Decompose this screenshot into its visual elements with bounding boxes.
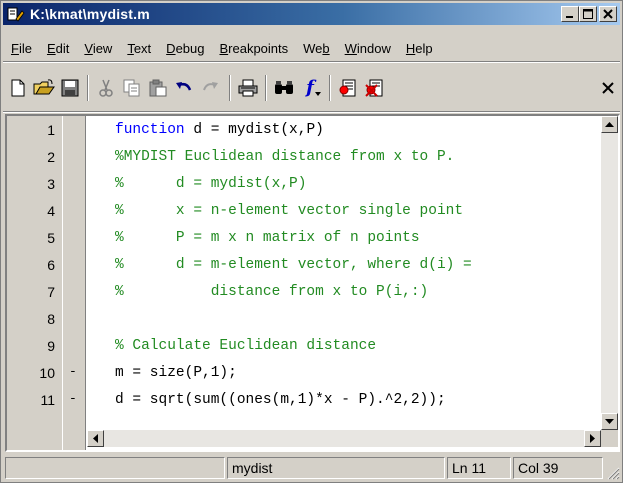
code-line[interactable]: 9 % Calculate Euclidean distance (7, 334, 607, 361)
scrollbar-corner (601, 430, 618, 447)
code-text[interactable]: % d = mydist(x,P) (115, 176, 306, 192)
menu-window[interactable]: Window (337, 41, 398, 56)
copy-icon[interactable] (121, 77, 143, 99)
executable-line-marker[interactable]: - (69, 391, 77, 406)
executable-line-marker[interactable]: - (69, 364, 77, 379)
scroll-up-icon[interactable] (601, 116, 618, 133)
line-number: 9 (47, 338, 55, 354)
code-line[interactable]: 3 % d = mydist(x,P) (7, 172, 607, 199)
editor-pane[interactable]: 1 function d = mydist(x,P) 2 %MYDIST Euclid… (5, 114, 620, 452)
line-number: 10 (39, 365, 55, 381)
menu-breakpoints[interactable]: Breakpoints (211, 41, 295, 56)
code-text[interactable]: d = sqrt(sum((ones(m,1)*x - P).^2,2)); (115, 392, 446, 408)
status-line: Ln 11 (447, 457, 511, 479)
matlab-editor-icon (7, 6, 25, 22)
code-line[interactable]: 2 %MYDIST Euclidean distance from x to P. (7, 145, 607, 172)
menu-text[interactable]: Text (119, 41, 158, 56)
find-icon[interactable] (273, 77, 295, 99)
function-glyph: f (306, 77, 314, 98)
undo-icon[interactable] (173, 77, 195, 99)
code-text[interactable]: m = size(P,1); (115, 365, 237, 381)
line-number: 4 (47, 203, 55, 219)
status-left-cell (5, 457, 225, 479)
code-text[interactable]: % x = n-element vector single point (115, 203, 463, 219)
menu-help[interactable]: Help (398, 41, 440, 56)
scroll-down-icon[interactable] (601, 413, 618, 430)
menu-debug[interactable]: Debug (158, 41, 211, 56)
status-column: Col 39 (513, 457, 603, 479)
status-bar: mydist Ln 11 Col 39 (3, 454, 620, 480)
menu-file[interactable]: File (3, 41, 39, 56)
line-number: 6 (47, 257, 55, 273)
code-text[interactable]: % Calculate Euclidean distance (115, 338, 376, 354)
menu-separator (3, 61, 620, 63)
vertical-scrollbar[interactable] (601, 116, 618, 430)
code-line[interactable]: 10- m = size(P,1); (7, 361, 607, 388)
resize-grip-icon[interactable] (606, 466, 620, 480)
code-line[interactable]: 4 % x = n-element vector single point (7, 199, 607, 226)
minimize-icon[interactable] (561, 6, 579, 22)
cut-icon[interactable] (95, 77, 117, 99)
scroll-right-icon[interactable] (584, 430, 601, 447)
close-toolbar-icon[interactable] (597, 77, 619, 99)
line-number: 3 (47, 176, 55, 192)
title-bar[interactable]: K:\kmat\mydist.m (3, 3, 620, 25)
code-text[interactable]: %MYDIST Euclidean distance from x to P. (115, 149, 454, 165)
code-text[interactable]: % d = m-element vector, where d(i) = (115, 257, 472, 273)
code-text[interactable]: % P = m x n matrix of n points (115, 230, 420, 246)
line-number: 7 (47, 284, 55, 300)
code-line[interactable]: 7 % distance from x to P(i,:) (7, 280, 607, 307)
line-number: 2 (47, 149, 55, 165)
new-file-icon[interactable] (7, 77, 29, 99)
code-line[interactable]: 11- d = sqrt(sum((ones(m,1)*x - P).^2,2))… (7, 388, 607, 415)
toolbar: f (3, 67, 620, 109)
line-number: 11 (40, 392, 55, 408)
code-line[interactable]: 6 % d = m-element vector, where d(i) = (7, 253, 607, 280)
function-icon[interactable]: f (299, 77, 321, 99)
status-function-name: mydist (227, 457, 445, 479)
clear-breakpoint-icon[interactable] (363, 77, 385, 99)
line-number: 8 (47, 311, 55, 327)
editor-window: K:\kmat\mydist.m File Edit View Text Debug Br… (0, 0, 623, 483)
redo-icon[interactable] (199, 77, 221, 99)
line-number: 1 (47, 122, 55, 138)
line-number: 5 (47, 230, 55, 246)
menu-view[interactable]: View (76, 41, 119, 56)
scroll-left-icon[interactable] (87, 430, 104, 447)
menu-web[interactable]: Web (295, 41, 337, 56)
window-title: K:\kmat\mydist.m (30, 6, 150, 22)
horizontal-scrollbar[interactable] (87, 430, 601, 447)
menu-edit[interactable]: Edit (39, 41, 76, 56)
save-icon[interactable] (59, 77, 81, 99)
print-icon[interactable] (237, 77, 259, 99)
code-line[interactable]: 8 (7, 307, 607, 334)
close-icon[interactable] (599, 6, 617, 22)
open-file-icon[interactable] (33, 77, 55, 99)
code-line[interactable]: 5 % P = m x n matrix of n points (7, 226, 607, 253)
code-text[interactable]: % distance from x to P(i,:) (115, 284, 428, 300)
code-line[interactable]: 1 function d = mydist(x,P) (7, 118, 607, 145)
menu-bar: File Edit View Text Debug Breakpoints Web Windo… (3, 37, 440, 59)
toolbar-separator (3, 111, 620, 113)
code-text[interactable]: function d = mydist(x,P) (115, 122, 324, 138)
paste-icon[interactable] (147, 77, 169, 99)
maximize-icon[interactable] (579, 6, 597, 22)
set-breakpoint-icon[interactable] (337, 77, 359, 99)
